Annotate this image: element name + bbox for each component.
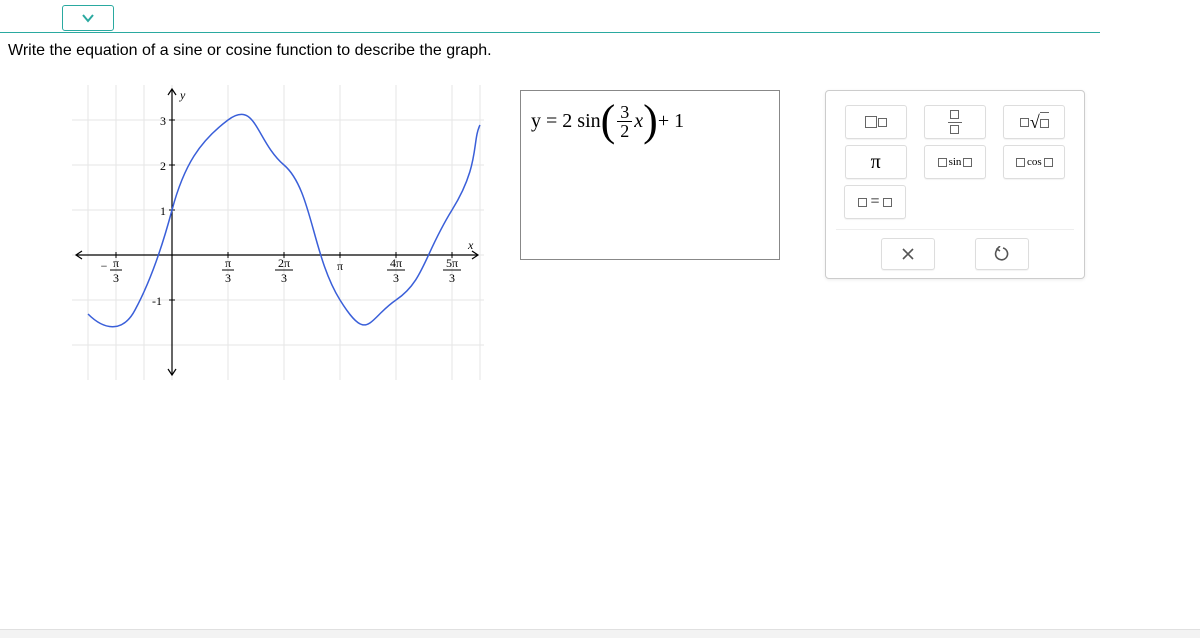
svg-text:−: − [101, 259, 108, 273]
svg-text:3: 3 [160, 114, 166, 128]
clear-button[interactable] [881, 238, 935, 270]
svg-text:2π: 2π [278, 256, 290, 270]
svg-text:1: 1 [160, 204, 166, 218]
cos-button[interactable]: cos [1003, 145, 1065, 179]
equation-display: y = 2 sin ( 3 2 x ) + 1 [531, 99, 769, 143]
graph-plot: y x 3 2 1 -1 − π 3 [72, 85, 484, 380]
sin-button[interactable]: sin [924, 145, 986, 179]
accordion-toggle[interactable] [62, 5, 114, 31]
svg-text:x: x [467, 238, 474, 252]
svg-text:-1: -1 [152, 294, 162, 308]
svg-text:4π: 4π [390, 256, 402, 270]
equals-button[interactable]: = [844, 185, 906, 219]
math-toolbox: √ π sin cos = [825, 90, 1085, 279]
svg-text:y: y [179, 88, 186, 102]
variable-x: x [634, 110, 643, 133]
instruction-text: Write the equation of a sine or cosine f… [8, 42, 492, 60]
fraction-den: 2 [617, 122, 632, 140]
svg-text:5π: 5π [446, 256, 458, 270]
pi-button[interactable]: π [845, 145, 907, 179]
chevron-down-icon [80, 10, 96, 26]
exponent-button[interactable] [845, 105, 907, 139]
svg-text:3: 3 [281, 271, 287, 285]
answer-input-area[interactable]: y = 2 sin ( 3 2 x ) + 1 [520, 90, 780, 260]
svg-text:π: π [225, 256, 231, 270]
undo-button[interactable] [975, 238, 1029, 270]
close-icon [901, 247, 915, 261]
svg-text:3: 3 [449, 271, 455, 285]
eq-suffix: + 1 [658, 110, 684, 133]
section-divider [0, 32, 1100, 33]
svg-text:2: 2 [160, 159, 166, 173]
svg-text:π: π [113, 256, 119, 270]
svg-text:3: 3 [225, 271, 231, 285]
right-paren: ) [643, 99, 658, 143]
fraction-num: 3 [617, 103, 632, 121]
undo-icon [994, 246, 1010, 262]
left-paren: ( [601, 99, 616, 143]
svg-text:3: 3 [113, 271, 119, 285]
svg-text:3: 3 [393, 271, 399, 285]
sqrt-button[interactable]: √ [1003, 105, 1065, 139]
svg-text:π: π [337, 259, 343, 273]
fraction-button[interactable] [924, 105, 986, 139]
fraction: 3 2 [617, 103, 632, 140]
bottom-scrollbar[interactable] [0, 629, 1200, 638]
eq-prefix: y = 2 sin [531, 110, 601, 133]
